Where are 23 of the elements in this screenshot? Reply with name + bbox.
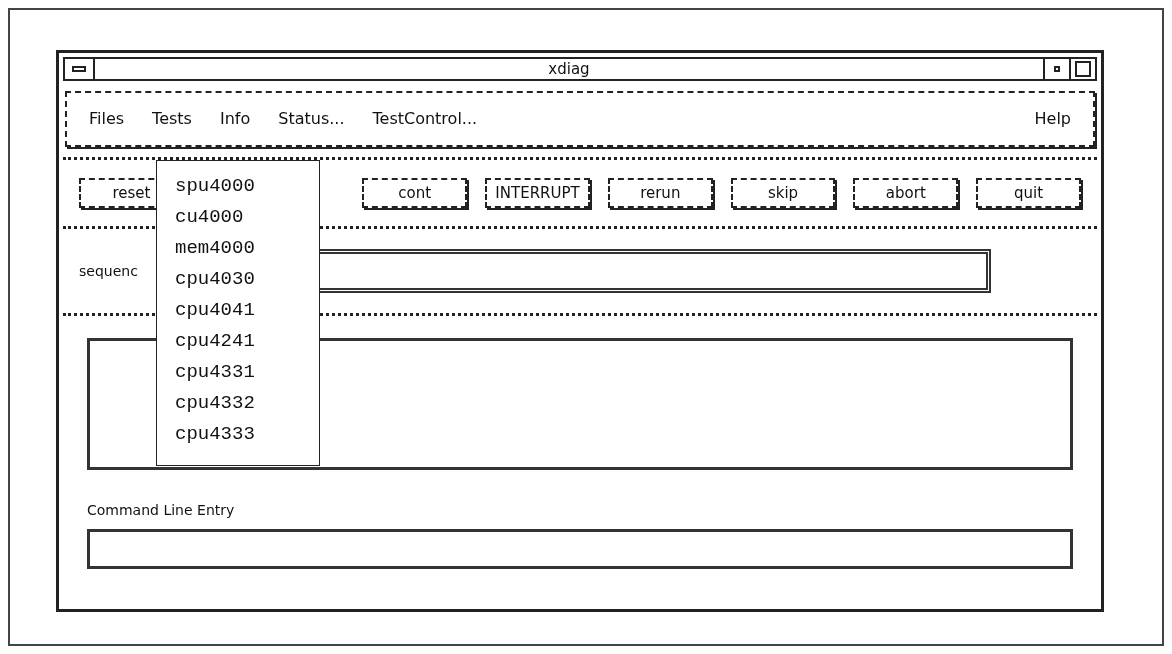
dropdown-item[interactable]: cpu4332 xyxy=(175,388,301,419)
toolbar-button[interactable]: INTERRUPT xyxy=(485,178,590,208)
menu-item[interactable]: Tests xyxy=(152,107,192,131)
command-line-field[interactable] xyxy=(87,529,1073,569)
window-title: xdiag xyxy=(547,58,591,80)
menu-item[interactable]: TestControl... xyxy=(372,107,478,131)
dropdown-item[interactable]: cpu4030 xyxy=(175,264,301,295)
sequence-label: sequenc xyxy=(79,261,138,281)
menu-item[interactable]: Info xyxy=(219,107,251,131)
dropdown-item[interactable]: cpu4241 xyxy=(175,326,301,357)
dropdown-item[interactable]: cpu4331 xyxy=(175,357,301,388)
toolbar-button[interactable]: skip xyxy=(730,178,836,208)
menu-item[interactable]: Help xyxy=(1034,107,1071,131)
toolbar-button[interactable]: cont xyxy=(362,178,468,208)
toolbar-button[interactable]: rerun xyxy=(607,178,713,208)
menu-item[interactable]: Status... xyxy=(278,107,345,131)
toolbar-button[interactable]: abort xyxy=(853,178,959,208)
dropdown-item[interactable]: cpu4333 xyxy=(175,419,301,450)
dropdown-item[interactable]: mem4000 xyxy=(175,233,301,264)
menu-item[interactable]: Files xyxy=(89,107,125,131)
toolbar-button[interactable]: quit xyxy=(976,178,1081,208)
dropdown-item[interactable]: cpu4041 xyxy=(175,295,301,326)
command-line-label: Command Line Entry xyxy=(87,501,236,520)
